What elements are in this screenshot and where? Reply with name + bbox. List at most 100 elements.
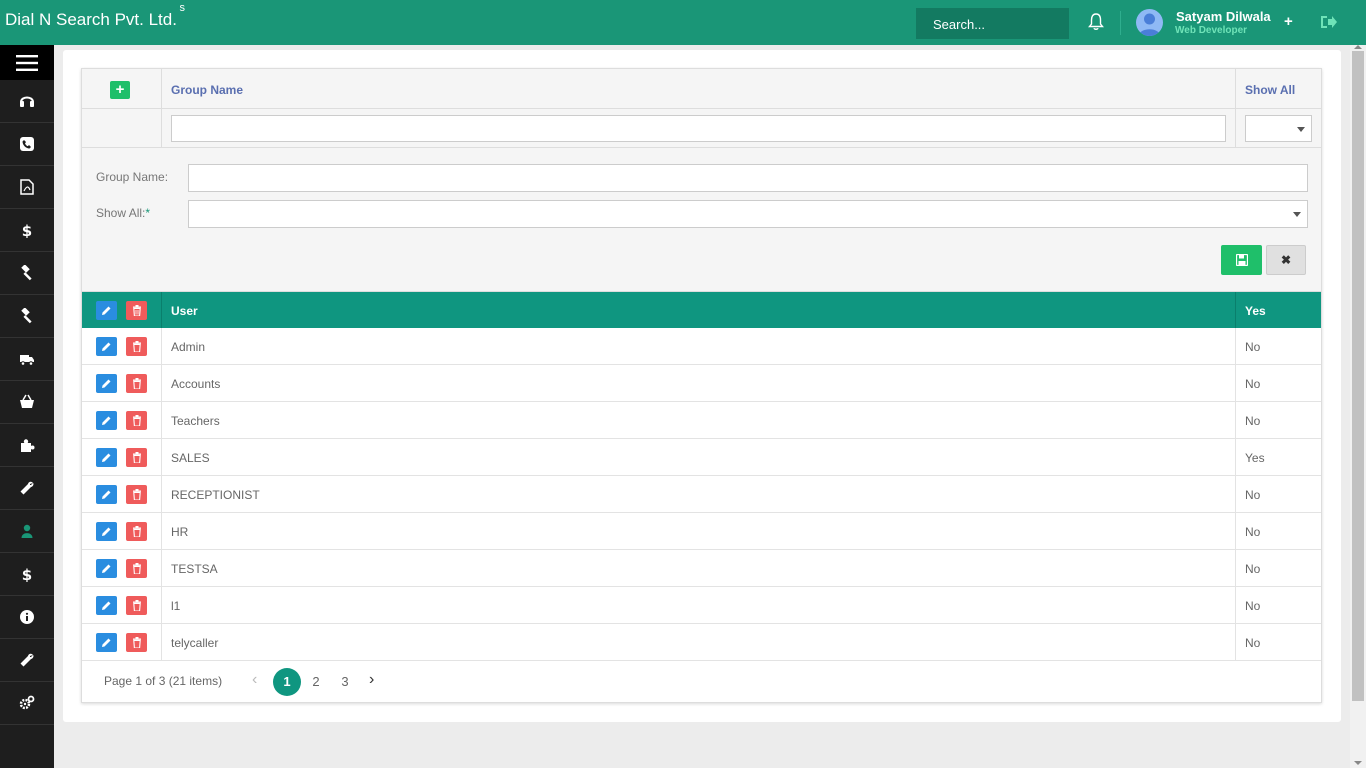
edit-icon[interactable] xyxy=(96,522,117,541)
selected-row-show-all[interactable]: Yes xyxy=(1245,304,1266,318)
page-button-1[interactable]: 1 xyxy=(273,668,301,696)
svg-text:$: $ xyxy=(22,222,32,238)
floppy-icon xyxy=(1235,254,1248,266)
table-row[interactable]: RECEPTIONIST No xyxy=(82,476,1321,513)
avatar[interactable] xyxy=(1136,9,1163,36)
page-info: Page 1 of 3 (21 items) xyxy=(104,674,223,688)
column-divider xyxy=(161,476,162,512)
column-divider xyxy=(161,587,162,623)
grid-filter-row xyxy=(82,109,1321,148)
sidebar-item-store[interactable] xyxy=(0,381,54,424)
truck-icon xyxy=(20,355,34,366)
show-all-filter-select[interactable] xyxy=(1245,115,1312,142)
menu-toggle-button[interactable] xyxy=(0,45,54,80)
user-role: Web Developer xyxy=(1175,25,1248,36)
chevron-down-icon xyxy=(1297,127,1305,132)
trash-icon[interactable] xyxy=(126,337,147,356)
column-divider xyxy=(1235,513,1236,549)
sidebar-item-settings-tools[interactable] xyxy=(0,639,54,682)
basket-icon xyxy=(20,394,34,408)
column-header-show-all[interactable]: Show All xyxy=(1245,83,1295,97)
page-button-2[interactable]: 2 xyxy=(302,668,330,696)
table-body: Admin No Accounts No Teachers No SALES Y… xyxy=(82,328,1321,661)
group-name-cell: telycaller xyxy=(171,636,219,650)
sidebar-item-legal-2[interactable] xyxy=(0,295,54,338)
table-row[interactable]: Teachers No xyxy=(82,402,1321,439)
brand-title[interactable]: Dial N Search Pvt. Ltd. s xyxy=(5,2,185,30)
table-row[interactable]: TESTSA No xyxy=(82,550,1321,587)
show-all-cell: No xyxy=(1245,377,1261,391)
user-icon xyxy=(21,524,33,538)
page-button-3[interactable]: 3 xyxy=(331,668,359,696)
trash-icon[interactable] xyxy=(126,596,147,615)
sidebar-item-billing[interactable]: $ xyxy=(0,553,54,596)
trash-icon[interactable] xyxy=(126,411,147,430)
trash-icon[interactable] xyxy=(126,633,147,652)
group-name-cell: RECEPTIONIST xyxy=(171,488,260,502)
edit-icon[interactable] xyxy=(96,374,117,393)
sidebar-item-pdf[interactable] xyxy=(0,166,54,209)
sidebar-item-support[interactable] xyxy=(0,80,54,123)
edit-icon[interactable] xyxy=(96,485,117,504)
bell-icon[interactable] xyxy=(1088,13,1104,31)
group-name-field[interactable] xyxy=(188,164,1308,192)
scroll-thumb[interactable] xyxy=(1352,51,1364,701)
edit-icon[interactable] xyxy=(96,411,117,430)
sidebar-item-tools[interactable] xyxy=(0,467,54,510)
trash-icon[interactable] xyxy=(126,485,147,504)
sidebar-item-calls[interactable] xyxy=(0,123,54,166)
edit-icon[interactable] xyxy=(96,559,117,578)
group-name-cell: Accounts xyxy=(171,377,221,391)
table-row[interactable]: SALES Yes xyxy=(82,439,1321,476)
scroll-down-icon[interactable] xyxy=(1354,761,1362,765)
group-name-filter-input[interactable] xyxy=(171,115,1226,142)
user-name[interactable]: Satyam Dilwala xyxy=(1176,9,1271,24)
table-row[interactable]: Admin No xyxy=(82,328,1321,365)
column-divider xyxy=(1235,69,1236,148)
edit-icon[interactable] xyxy=(96,301,117,320)
user-avatar-icon xyxy=(1139,13,1160,36)
cancel-button[interactable]: ✖ xyxy=(1266,245,1306,275)
edit-icon[interactable] xyxy=(96,337,117,356)
sidebar-item-info[interactable] xyxy=(0,596,54,639)
edit-icon[interactable] xyxy=(96,448,117,467)
show-all-cell: No xyxy=(1245,599,1261,613)
trash-icon[interactable] xyxy=(126,301,147,320)
trash-icon[interactable] xyxy=(126,522,147,541)
column-divider xyxy=(161,328,162,364)
trash-icon[interactable] xyxy=(126,448,147,467)
column-divider xyxy=(1235,476,1236,512)
table-row[interactable]: telycaller No xyxy=(82,624,1321,661)
column-divider xyxy=(1235,550,1236,586)
edit-icon[interactable] xyxy=(96,596,117,615)
next-page-button[interactable]: › xyxy=(369,671,374,689)
show-all-select[interactable] xyxy=(188,200,1308,228)
prev-page-button[interactable]: ‹ xyxy=(252,671,257,689)
search-input[interactable]: Search... xyxy=(916,8,1069,39)
grid-header-row: + Group Name Show All xyxy=(82,69,1321,109)
sidebar-item-legal[interactable] xyxy=(0,252,54,295)
edit-icon[interactable] xyxy=(96,633,117,652)
scroll-up-icon[interactable] xyxy=(1354,45,1362,49)
show-all-cell: No xyxy=(1245,488,1261,502)
sidebar-item-users[interactable] xyxy=(0,510,54,553)
sidebar-item-settings[interactable] xyxy=(0,682,54,725)
sidebar-item-modules[interactable] xyxy=(0,424,54,467)
trash-icon[interactable] xyxy=(126,559,147,578)
svg-text:$: $ xyxy=(22,566,32,582)
column-header-group-name[interactable]: Group Name xyxy=(171,83,243,97)
gears-icon xyxy=(19,695,35,710)
trash-icon[interactable] xyxy=(126,374,147,393)
save-button[interactable] xyxy=(1221,245,1262,275)
sidebar-item-delivery[interactable] xyxy=(0,338,54,381)
logout-icon[interactable] xyxy=(1320,14,1338,30)
selected-row-name[interactable]: User xyxy=(171,304,198,318)
table-row[interactable]: HR No xyxy=(82,513,1321,550)
table-row[interactable]: l1 No xyxy=(82,587,1321,624)
add-group-button[interactable]: + xyxy=(110,81,130,99)
sidebar-item-finance[interactable]: $ xyxy=(0,209,54,252)
user-group-grid: + Group Name Show All Group Name: Show A… xyxy=(81,68,1322,703)
add-shortcut-button[interactable]: + xyxy=(1284,13,1293,30)
page-scrollbar[interactable] xyxy=(1350,45,1366,768)
table-row[interactable]: Accounts No xyxy=(82,365,1321,402)
